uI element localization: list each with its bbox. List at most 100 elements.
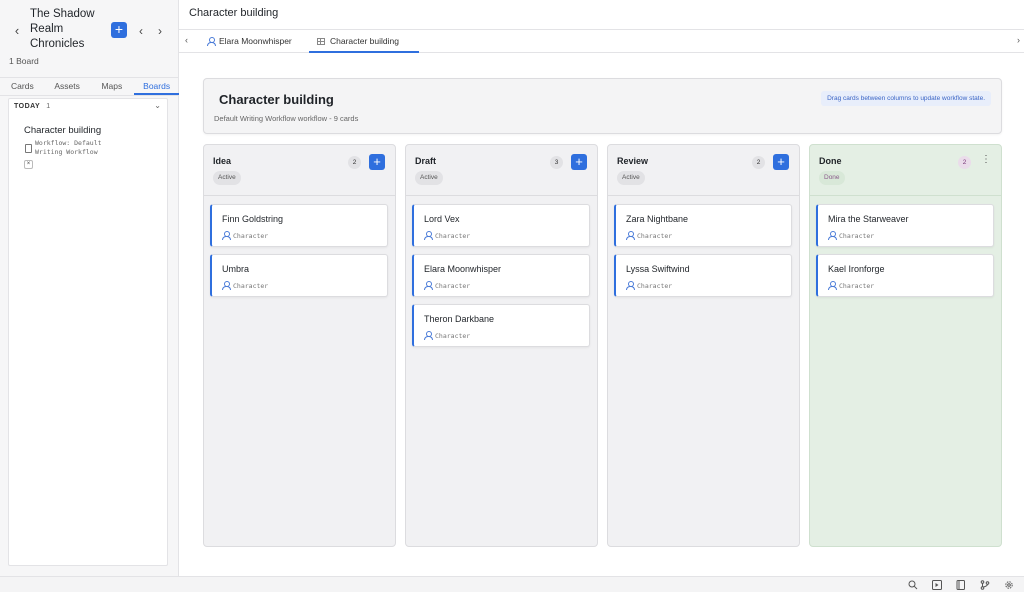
- card-type: Character: [626, 231, 672, 240]
- sidebar: ‹ The Shadow Realm Chronicles + ‹ › 1 Bo…: [0, 0, 179, 576]
- add-board-button[interactable]: +: [111, 22, 127, 38]
- tab-cards[interactable]: Cards: [0, 78, 45, 95]
- column-header: Done Done 2 ⋮: [810, 145, 1001, 196]
- card-title: Mira the Starweaver: [828, 214, 909, 224]
- chevron-left-icon[interactable]: ‹: [185, 35, 188, 45]
- card[interactable]: Umbra Character: [210, 254, 388, 297]
- card[interactable]: Theron Darkbane Character: [412, 304, 590, 347]
- column-header: Draft Active 3 +: [406, 145, 597, 196]
- card-type-label: Character: [435, 332, 471, 340]
- tab-label: Character building: [330, 36, 399, 46]
- person-icon: [424, 281, 433, 290]
- card-type: Character: [424, 281, 470, 290]
- more-vertical-icon[interactable]: ⋮: [981, 154, 991, 168]
- document-icon: [25, 144, 32, 153]
- column-title: Draft: [415, 156, 437, 166]
- card-count-badge: 2: [958, 156, 971, 169]
- person-icon: [222, 281, 231, 290]
- person-icon: [207, 37, 216, 46]
- chevron-left-icon[interactable]: ‹: [134, 23, 148, 39]
- card-title: Lord Vex: [424, 214, 460, 224]
- card-title: Elara Moonwhisper: [424, 264, 502, 274]
- card-type: Character: [828, 231, 874, 240]
- card[interactable]: Elara Moonwhisper Character: [412, 254, 590, 297]
- sidebar-header: ‹ The Shadow Realm Chronicles + ‹ › 1 Bo…: [0, 0, 179, 77]
- add-card-button[interactable]: +: [571, 154, 587, 170]
- board-list-item-workflow: Workflow: Default Writing Workflow: [35, 139, 102, 156]
- card[interactable]: Zara Nightbane Character: [614, 204, 792, 247]
- card-title: Lyssa Swiftwind: [626, 264, 690, 274]
- back-icon[interactable]: ‹: [10, 23, 24, 39]
- card-type: Character: [222, 231, 268, 240]
- tab-maps[interactable]: Maps: [90, 78, 135, 95]
- card-title: Theron Darkbane: [424, 314, 495, 324]
- column-draft: Draft Active 3 + Lord Vex Character Elar…: [405, 144, 598, 547]
- card-title: Kael Ironforge: [828, 264, 885, 274]
- column-done: Done Done 2 ⋮ Mira the Starweaver Charac…: [809, 144, 1002, 547]
- sidebar-tabs: Cards Assets Maps Boards: [0, 77, 179, 96]
- column-review: Review Active 2 + Zara Nightbane Charact…: [607, 144, 800, 547]
- person-icon: [828, 231, 837, 240]
- board-count: 1 Board: [9, 56, 39, 66]
- chevron-right-icon[interactable]: ›: [153, 23, 167, 39]
- group-count: 1: [46, 103, 51, 110]
- column-idea: Idea Active 2 + Finn Goldstring Characte…: [203, 144, 396, 547]
- card-type-label: Character: [839, 232, 875, 240]
- chevron-right-icon[interactable]: ›: [1017, 35, 1020, 45]
- board-list-item-title[interactable]: Character building: [24, 125, 101, 136]
- column-title: Done: [819, 156, 842, 166]
- column-header: Idea Active 2 +: [204, 145, 395, 196]
- project-title: The Shadow Realm Chronicles: [30, 8, 95, 50]
- card[interactable]: Lord Vex Character: [412, 204, 590, 247]
- tab-boards[interactable]: Boards: [134, 78, 179, 95]
- boards-list: TODAY 1 ⌄ Character building Workflow: De…: [8, 98, 168, 566]
- card-type-label: Character: [435, 282, 471, 290]
- person-icon: [424, 231, 433, 240]
- column-header: Review Active 2 +: [608, 145, 799, 196]
- card-title: Umbra: [222, 264, 250, 274]
- card-title: Finn Goldstring: [222, 214, 284, 224]
- book-icon[interactable]: [956, 580, 966, 590]
- add-card-button[interactable]: +: [369, 154, 385, 170]
- page-title: Character building: [189, 7, 279, 19]
- person-icon: [626, 281, 635, 290]
- card[interactable]: Mira the Starweaver Character: [816, 204, 994, 247]
- column-title: Idea: [213, 156, 232, 166]
- person-icon: [828, 281, 837, 290]
- tab-assets[interactable]: Assets: [45, 78, 90, 95]
- card-type-label: Character: [637, 282, 673, 290]
- card-type-label: Character: [637, 232, 673, 240]
- status-badge: Active: [617, 171, 645, 185]
- card[interactable]: Lyssa Swiftwind Character: [614, 254, 792, 297]
- card-type: Character: [828, 281, 874, 290]
- tab-elara-moonwhisper[interactable]: Elara Moonwhisper: [205, 30, 309, 53]
- tab-label: Elara Moonwhisper: [219, 36, 292, 46]
- status-badge: Active: [415, 171, 443, 185]
- group-label: TODAY: [14, 103, 41, 110]
- card-type-label: Character: [435, 232, 471, 240]
- status-badge: Active: [213, 171, 241, 185]
- table-icon: [317, 38, 325, 45]
- close-icon[interactable]: ×: [24, 160, 33, 169]
- gear-icon[interactable]: [1004, 580, 1014, 590]
- card-type: Character: [424, 331, 470, 340]
- card[interactable]: Finn Goldstring Character: [210, 204, 388, 247]
- card-type-label: Character: [233, 232, 269, 240]
- person-icon: [626, 231, 635, 240]
- card-type-label: Character: [839, 282, 875, 290]
- search-icon[interactable]: [908, 580, 918, 590]
- board-title: Character building: [219, 92, 334, 107]
- git-branch-icon[interactable]: [980, 580, 990, 590]
- card-count-badge: 2: [348, 156, 361, 169]
- add-card-button[interactable]: +: [773, 154, 789, 170]
- tab-character-building[interactable]: Character building: [309, 30, 419, 53]
- card-type-label: Character: [233, 282, 269, 290]
- group-header-today[interactable]: TODAY 1: [14, 103, 51, 110]
- card-title: Zara Nightbane: [626, 214, 689, 224]
- card-count-badge: 3: [550, 156, 563, 169]
- status-badge: Done: [819, 171, 845, 185]
- board-header: Character building Default Writing Workf…: [203, 78, 1002, 134]
- play-icon[interactable]: [932, 580, 942, 590]
- card[interactable]: Kael Ironforge Character: [816, 254, 994, 297]
- chevron-down-icon[interactable]: ⌄: [154, 101, 161, 110]
